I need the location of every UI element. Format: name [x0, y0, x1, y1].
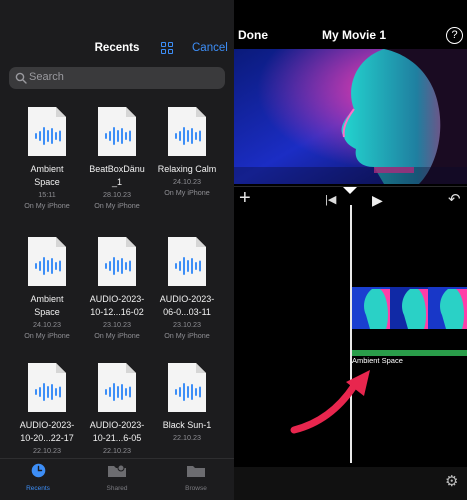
tab-bar: Recents Shared Browse [0, 458, 234, 500]
file-name-line-2: 10-12...16-02 [90, 307, 144, 317]
play-icon[interactable]: ▶ [372, 192, 383, 209]
file-item[interactable]: Ambient Space 15:11 On My iPhone [10, 106, 84, 211]
clock-icon [31, 463, 45, 478]
file-name-line-1: Black Sun-1 [162, 420, 212, 430]
file-name-line-1: Ambient [30, 164, 64, 174]
file-date: 22.10.23 [173, 433, 201, 442]
imovie-bottom-bar [234, 467, 467, 500]
file-location: On My iPhone [94, 331, 140, 340]
video-preview [234, 49, 467, 184]
file-name-line-2: 10-20...22-17 [20, 433, 74, 443]
file-date: 24.10.23 [33, 320, 61, 329]
file-item[interactable]: Ambient Space 24.10.23 On My iPhone [10, 236, 84, 341]
file-item[interactable]: Relaxing Calm 24.10.23 On My iPhone [150, 106, 224, 198]
file-name-line-1: BeatBoxDänu [89, 164, 145, 174]
file-name-line-2: 10-21...6-05 [92, 433, 142, 443]
tab-shared-label: Shared [106, 485, 128, 492]
cancel-button[interactable]: Cancel [192, 42, 228, 54]
file-name: AUDIO-2023- 10-21...6-05 [80, 419, 154, 445]
file-name-line-2: Space [34, 177, 60, 187]
file-location: On My iPhone [94, 201, 140, 210]
file-name: BeatBoxDänu _1 [80, 163, 154, 189]
audio-file-icon [167, 362, 207, 413]
folder-icon [187, 466, 205, 477]
audio-file-icon [27, 106, 67, 157]
file-item[interactable]: AUDIO-2023- 06-0...03-11 23.10.23 On My … [150, 236, 224, 341]
tab-shared[interactable]: Shared [87, 463, 147, 492]
red-arrow-annotation [290, 370, 370, 434]
video-clip-thumbnails[interactable] [352, 287, 467, 329]
file-name-line-1: AUDIO-2023- [89, 420, 145, 430]
grid-view-icon[interactable] [161, 42, 174, 55]
file-name: AUDIO-2023- 10-20...22-17 [10, 419, 84, 445]
file-name-line-1: Relaxing Calm [157, 164, 217, 174]
audio-file-icon [97, 236, 137, 287]
audio-file-icon [97, 106, 137, 157]
file-item[interactable]: AUDIO-2023- 10-21...6-05 22.10.23 [80, 362, 154, 456]
file-name-line-1: AUDIO-2023- [159, 294, 215, 304]
file-location: On My iPhone [24, 201, 70, 210]
audio-file-icon [27, 236, 67, 287]
search-field[interactable]: Search [9, 67, 225, 89]
file-date: 22.10.23 [33, 446, 61, 455]
search-icon [15, 72, 27, 84]
file-item[interactable]: AUDIO-2023- 10-20...22-17 22.10.23 [10, 362, 84, 456]
file-date: 28.10.23 [103, 190, 131, 199]
file-name: Ambient Space [10, 293, 84, 319]
file-name: Relaxing Calm [150, 163, 224, 176]
tab-recents[interactable]: Recents [8, 463, 68, 492]
audio-file-icon [167, 236, 207, 287]
file-date: 23.10.23 [103, 320, 131, 329]
file-name-line-2: _1 [111, 177, 122, 187]
tab-browse-label: Browse [185, 485, 207, 492]
add-media-icon[interactable]: + [239, 187, 251, 210]
audio-file-icon [97, 362, 137, 413]
skip-back-icon[interactable]: |◀ [325, 193, 336, 206]
file-date: 23.10.23 [173, 320, 201, 329]
file-name: Black Sun-1 [150, 419, 224, 432]
file-name-line-1: AUDIO-2023- [89, 294, 145, 304]
help-icon[interactable]: ? [446, 27, 463, 44]
file-date: 24.10.23 [173, 177, 201, 186]
file-item[interactable]: Black Sun-1 22.10.23 [150, 362, 224, 443]
files-picker-panel: Recents Cancel Search Ambient Space 15:1… [0, 0, 234, 500]
file-name-line-1: AUDIO-2023- [19, 420, 75, 430]
file-date: 22.10.23 [103, 446, 131, 455]
file-date: 15:11 [38, 190, 56, 199]
done-button[interactable]: Done [238, 28, 268, 42]
file-name: AUDIO-2023- 10-12...16-02 [80, 293, 154, 319]
playhead-marker [343, 187, 357, 194]
file-name: Ambient Space [10, 163, 84, 189]
shared-folder-icon [108, 464, 126, 477]
audio-file-icon [27, 362, 67, 413]
tab-browse[interactable]: Browse [166, 463, 226, 492]
audio-file-icon [167, 106, 207, 157]
file-location: On My iPhone [164, 331, 210, 340]
file-name: AUDIO-2023- 06-0...03-11 [150, 293, 224, 319]
tab-recents-label: Recents [26, 485, 50, 492]
file-item[interactable]: AUDIO-2023- 10-12...16-02 23.10.23 On My… [80, 236, 154, 341]
undo-icon[interactable]: ↶ [448, 190, 461, 208]
settings-gear-icon[interactable]: ⚙ [445, 472, 458, 490]
file-location: On My iPhone [24, 331, 70, 340]
file-name-line-2: 06-0...03-11 [163, 307, 211, 317]
project-title: My Movie 1 [322, 28, 387, 42]
file-item[interactable]: BeatBoxDänu _1 28.10.23 On My iPhone [80, 106, 154, 211]
file-name-line-1: Ambient [30, 294, 64, 304]
file-location: On My iPhone [164, 188, 210, 197]
search-placeholder: Search [29, 71, 64, 83]
file-name-line-2: Space [34, 307, 60, 317]
